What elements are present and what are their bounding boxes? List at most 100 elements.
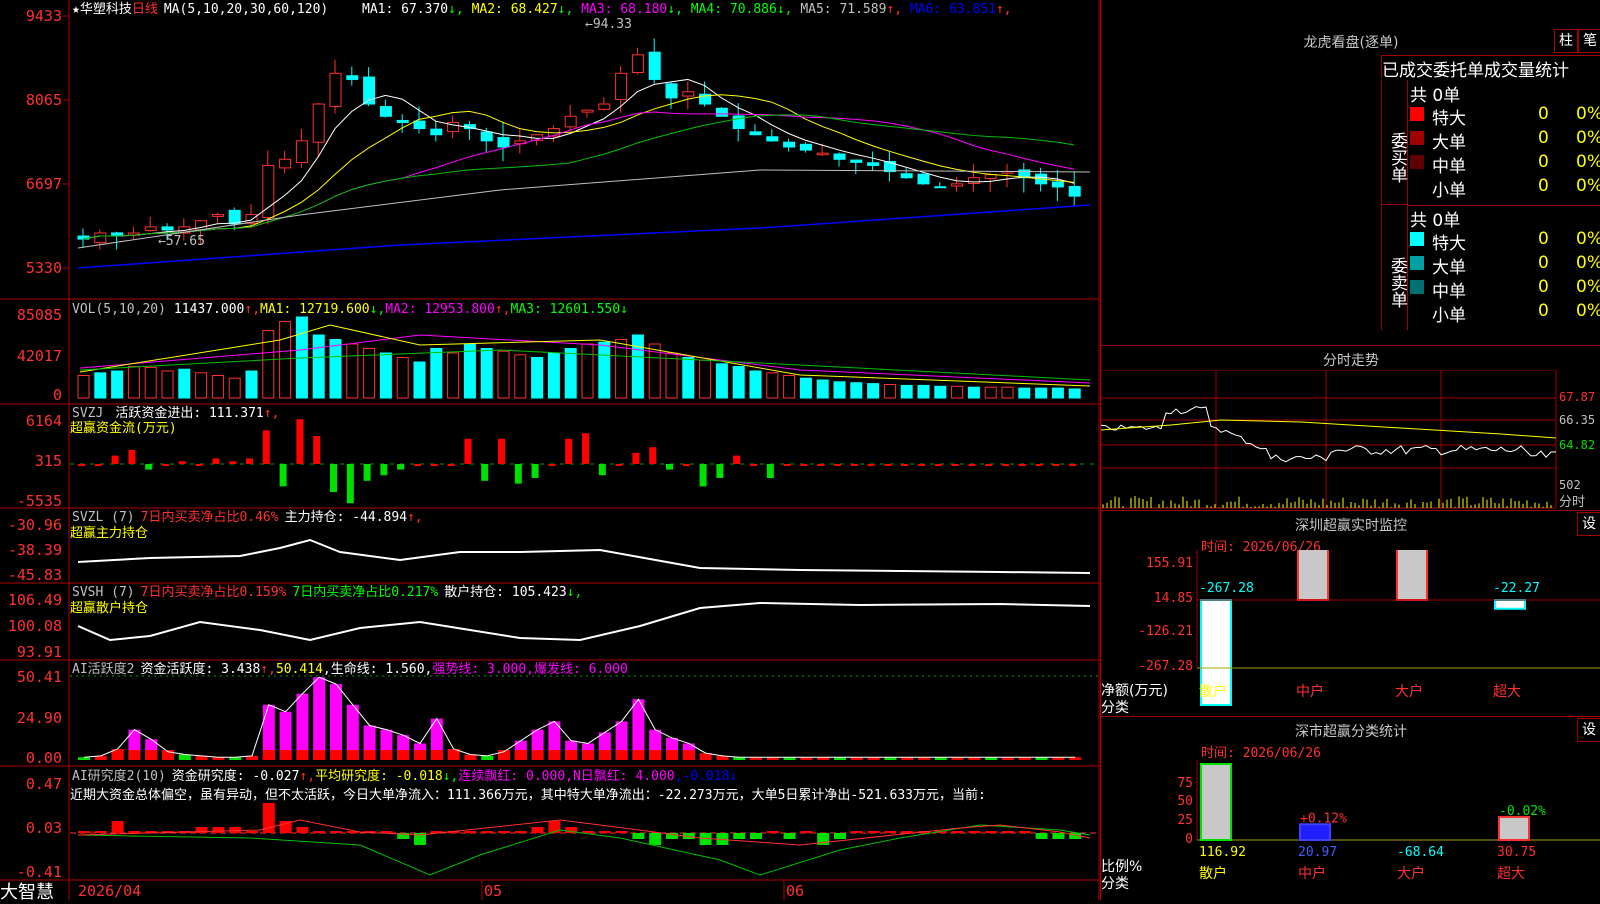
svzj-bar bbox=[733, 455, 741, 464]
svzj-bar bbox=[447, 464, 455, 466]
ai2-bar bbox=[94, 831, 107, 833]
sz-monitor-category: 中户 bbox=[1296, 683, 1324, 700]
volume-bar bbox=[329, 339, 342, 399]
ai2-bar bbox=[313, 831, 326, 833]
ai2-bar bbox=[481, 831, 494, 833]
ai1-bar bbox=[78, 757, 90, 760]
ai2-bar bbox=[834, 833, 846, 839]
tick-mode-button[interactable]: 笔 bbox=[1578, 29, 1600, 53]
sz-class-bar bbox=[1498, 815, 1530, 841]
candle-body bbox=[984, 174, 997, 179]
ai2-bar bbox=[985, 831, 998, 833]
volume-bar bbox=[581, 343, 594, 399]
sz-class-title: 深市超赢分类统计 bbox=[1295, 724, 1407, 740]
candle-body bbox=[295, 140, 308, 163]
buy-name: 特大 bbox=[1432, 109, 1466, 129]
intraday-title: 分时走势 bbox=[1323, 353, 1379, 369]
svzj-bar bbox=[766, 464, 774, 478]
volume-bar bbox=[363, 348, 376, 399]
volume-bar bbox=[497, 350, 510, 399]
svzj-bar bbox=[145, 464, 153, 470]
svzj-bar bbox=[1069, 464, 1077, 466]
sz-class-bar bbox=[1200, 763, 1232, 841]
sz-class-delta: -0.02% bbox=[1499, 804, 1546, 819]
candle-body bbox=[648, 51, 661, 80]
ai1-base-bar bbox=[430, 750, 443, 760]
candle-body bbox=[1068, 186, 1081, 197]
svzj-subtitle: 超赢资金流(万元) bbox=[70, 420, 177, 436]
price-axis-label: 8065 bbox=[26, 91, 62, 109]
ai2-bar bbox=[598, 831, 611, 833]
sz-class-settings-button[interactable]: 设 bbox=[1577, 718, 1600, 742]
candle-body bbox=[211, 214, 224, 217]
sz-monitor-title: 深圳超赢实时监控 bbox=[1295, 518, 1407, 534]
price-axis-label: 6697 bbox=[26, 175, 62, 193]
candle-body bbox=[715, 107, 728, 117]
ai1-base-bar bbox=[514, 750, 527, 760]
high-price-mark: ←94.33 bbox=[585, 17, 632, 32]
intraday-chart[interactable]: 67.87 66.35 64.82 502 分时 bbox=[1101, 370, 1600, 510]
date-axis-label: 2026/04 bbox=[78, 882, 141, 900]
volume-bar bbox=[715, 363, 728, 399]
svzj-bar bbox=[313, 436, 321, 464]
ai1-base-bar bbox=[296, 750, 309, 760]
sz-class-axis-label: 0 bbox=[1185, 832, 1193, 847]
candle-body bbox=[228, 209, 241, 225]
ai2-bar bbox=[951, 831, 964, 833]
sz-class-value: 30.75 bbox=[1497, 845, 1536, 860]
candle-body bbox=[413, 120, 426, 130]
price-axis-label: 9433 bbox=[26, 7, 62, 25]
volume-bar bbox=[480, 348, 493, 399]
candle-body bbox=[749, 131, 762, 136]
sell-pct: 0% bbox=[1576, 277, 1600, 297]
volume-bar bbox=[900, 384, 913, 399]
candle-body bbox=[816, 152, 829, 156]
intraday-divider bbox=[1101, 345, 1600, 346]
candle-body bbox=[967, 177, 980, 184]
svzl-axis-label: -30.96 bbox=[8, 516, 62, 534]
ai1-base-bar bbox=[111, 750, 124, 760]
sell-row: 特大 0 0% bbox=[1408, 229, 1600, 254]
volume-bar bbox=[547, 352, 560, 399]
volume-bar bbox=[127, 366, 140, 399]
volume-bar bbox=[682, 357, 695, 399]
buy-pct: 0% bbox=[1576, 152, 1600, 172]
ai1-base-bar bbox=[447, 750, 460, 760]
volume-bar bbox=[833, 381, 846, 399]
volume-bar bbox=[211, 375, 224, 399]
volume-bar bbox=[514, 354, 527, 399]
buy-qty: 0 bbox=[1538, 152, 1549, 172]
monitor-divider bbox=[1101, 510, 1600, 511]
ma-value: MA1: 67.370 bbox=[362, 2, 448, 17]
main-chart-area[interactable]: 9433 8065 6697 5330 ★华塑科技日线 MA(5,10,20,30… bbox=[0, 0, 1100, 903]
buy-qty: 0 bbox=[1538, 128, 1549, 148]
volume-bar bbox=[951, 385, 964, 399]
sz-monitor-settings-button[interactable]: 设 bbox=[1577, 512, 1600, 536]
bar-mode-button[interactable]: 柱 bbox=[1554, 29, 1578, 53]
sz-monitor-elements: 155.9114.85-126.21-267.28-267.28155.9113… bbox=[1138, 550, 1600, 706]
candle-body bbox=[346, 75, 359, 80]
ai2-bar bbox=[212, 827, 225, 833]
svzl-header: SVZL (7) 7日内买卖净占比0.46% 主力持仓: -44.894↑, bbox=[72, 509, 423, 525]
buy-total: 共 0单 bbox=[1410, 86, 1461, 106]
sz-monitor-xlabel: 分类 bbox=[1101, 700, 1129, 716]
sell-row: 小单 0 0% bbox=[1408, 301, 1600, 326]
volume-bar bbox=[1068, 388, 1081, 399]
volume-bar bbox=[934, 385, 947, 399]
candle-body bbox=[279, 158, 292, 169]
sz-class-xlabel: 分类 bbox=[1101, 876, 1129, 892]
low-price-mark: ←57.65 bbox=[158, 234, 205, 249]
svzj-bar bbox=[1002, 464, 1009, 466]
kline-chart[interactable]: 9433 8065 6697 5330 ★华塑科技日线 MA(5,10,20,30… bbox=[0, 0, 1100, 900]
candle-body bbox=[783, 141, 796, 148]
svzj-bar bbox=[783, 464, 791, 466]
svzj-bar bbox=[951, 464, 959, 466]
volume-bar bbox=[967, 386, 980, 399]
sz-monitor-category: 大户 bbox=[1395, 683, 1423, 700]
intraday-price-line bbox=[1101, 406, 1557, 463]
sz-monitor-bar bbox=[1396, 550, 1428, 601]
ai1-base-bar bbox=[548, 750, 561, 760]
svsh-axis-label: 93.91 bbox=[17, 643, 62, 661]
volume-bar bbox=[984, 386, 997, 399]
svzj-bar bbox=[229, 461, 237, 464]
